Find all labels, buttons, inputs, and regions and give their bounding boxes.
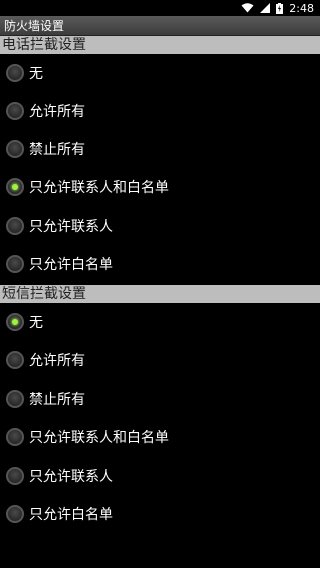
radio-button[interactable]: [6, 140, 24, 158]
option-label: 只允许联系人: [29, 219, 113, 235]
sms-option-contacts-and-whitelist[interactable]: 只允许联系人和白名单: [0, 418, 320, 456]
option-label: 只允许联系人: [29, 469, 113, 485]
radio-button[interactable]: [6, 255, 24, 273]
option-label: 无: [29, 315, 43, 331]
option-label: 允许所有: [29, 353, 85, 369]
call-option-contacts-only[interactable]: 只允许联系人: [0, 207, 320, 245]
status-time: 2:48: [289, 1, 314, 15]
call-option-block-all[interactable]: 禁止所有: [0, 130, 320, 168]
radio-button[interactable]: [6, 467, 24, 485]
sms-option-contacts-only[interactable]: 只允许联系人: [0, 457, 320, 495]
sms-option-block-all[interactable]: 禁止所有: [0, 380, 320, 418]
radio-button[interactable]: [6, 217, 24, 235]
option-label: 只允许联系人和白名单: [29, 180, 169, 196]
radio-button[interactable]: [6, 102, 24, 120]
app-title: 防火墙设置: [4, 19, 65, 33]
app-title-bar: 防火墙设置: [0, 16, 320, 36]
radio-button[interactable]: [6, 64, 24, 82]
radio-button[interactable]: [6, 428, 24, 446]
radio-button[interactable]: [6, 505, 24, 523]
battery-icon: [276, 2, 284, 14]
sms-option-allow-all[interactable]: 允许所有: [0, 341, 320, 379]
call-block-section-header: 电话拦截设置: [0, 36, 320, 54]
option-label: 禁止所有: [29, 142, 85, 158]
sms-option-none[interactable]: 无: [0, 303, 320, 341]
option-label: 允许所有: [29, 104, 85, 120]
sms-block-section-header: 短信拦截设置: [0, 285, 320, 303]
radio-button[interactable]: [6, 351, 24, 369]
option-label: 只允许白名单: [29, 507, 113, 523]
call-option-whitelist-only[interactable]: 只允许白名单: [0, 245, 320, 283]
option-label: 无: [29, 66, 43, 82]
radio-button-checked[interactable]: [6, 178, 24, 196]
option-label: 禁止所有: [29, 392, 85, 408]
call-option-allow-all[interactable]: 允许所有: [0, 92, 320, 130]
radio-button[interactable]: [6, 390, 24, 408]
wifi-icon: [241, 3, 254, 13]
option-label: 只允许联系人和白名单: [29, 430, 169, 446]
sms-option-whitelist-only[interactable]: 只允许白名单: [0, 495, 320, 533]
call-option-contacts-and-whitelist[interactable]: 只允许联系人和白名单: [0, 168, 320, 206]
option-label: 只允许白名单: [29, 257, 113, 273]
status-bar: 2:48: [0, 0, 320, 16]
call-option-none[interactable]: 无: [0, 54, 320, 92]
signal-icon: [260, 3, 271, 13]
radio-button-checked[interactable]: [6, 313, 24, 331]
